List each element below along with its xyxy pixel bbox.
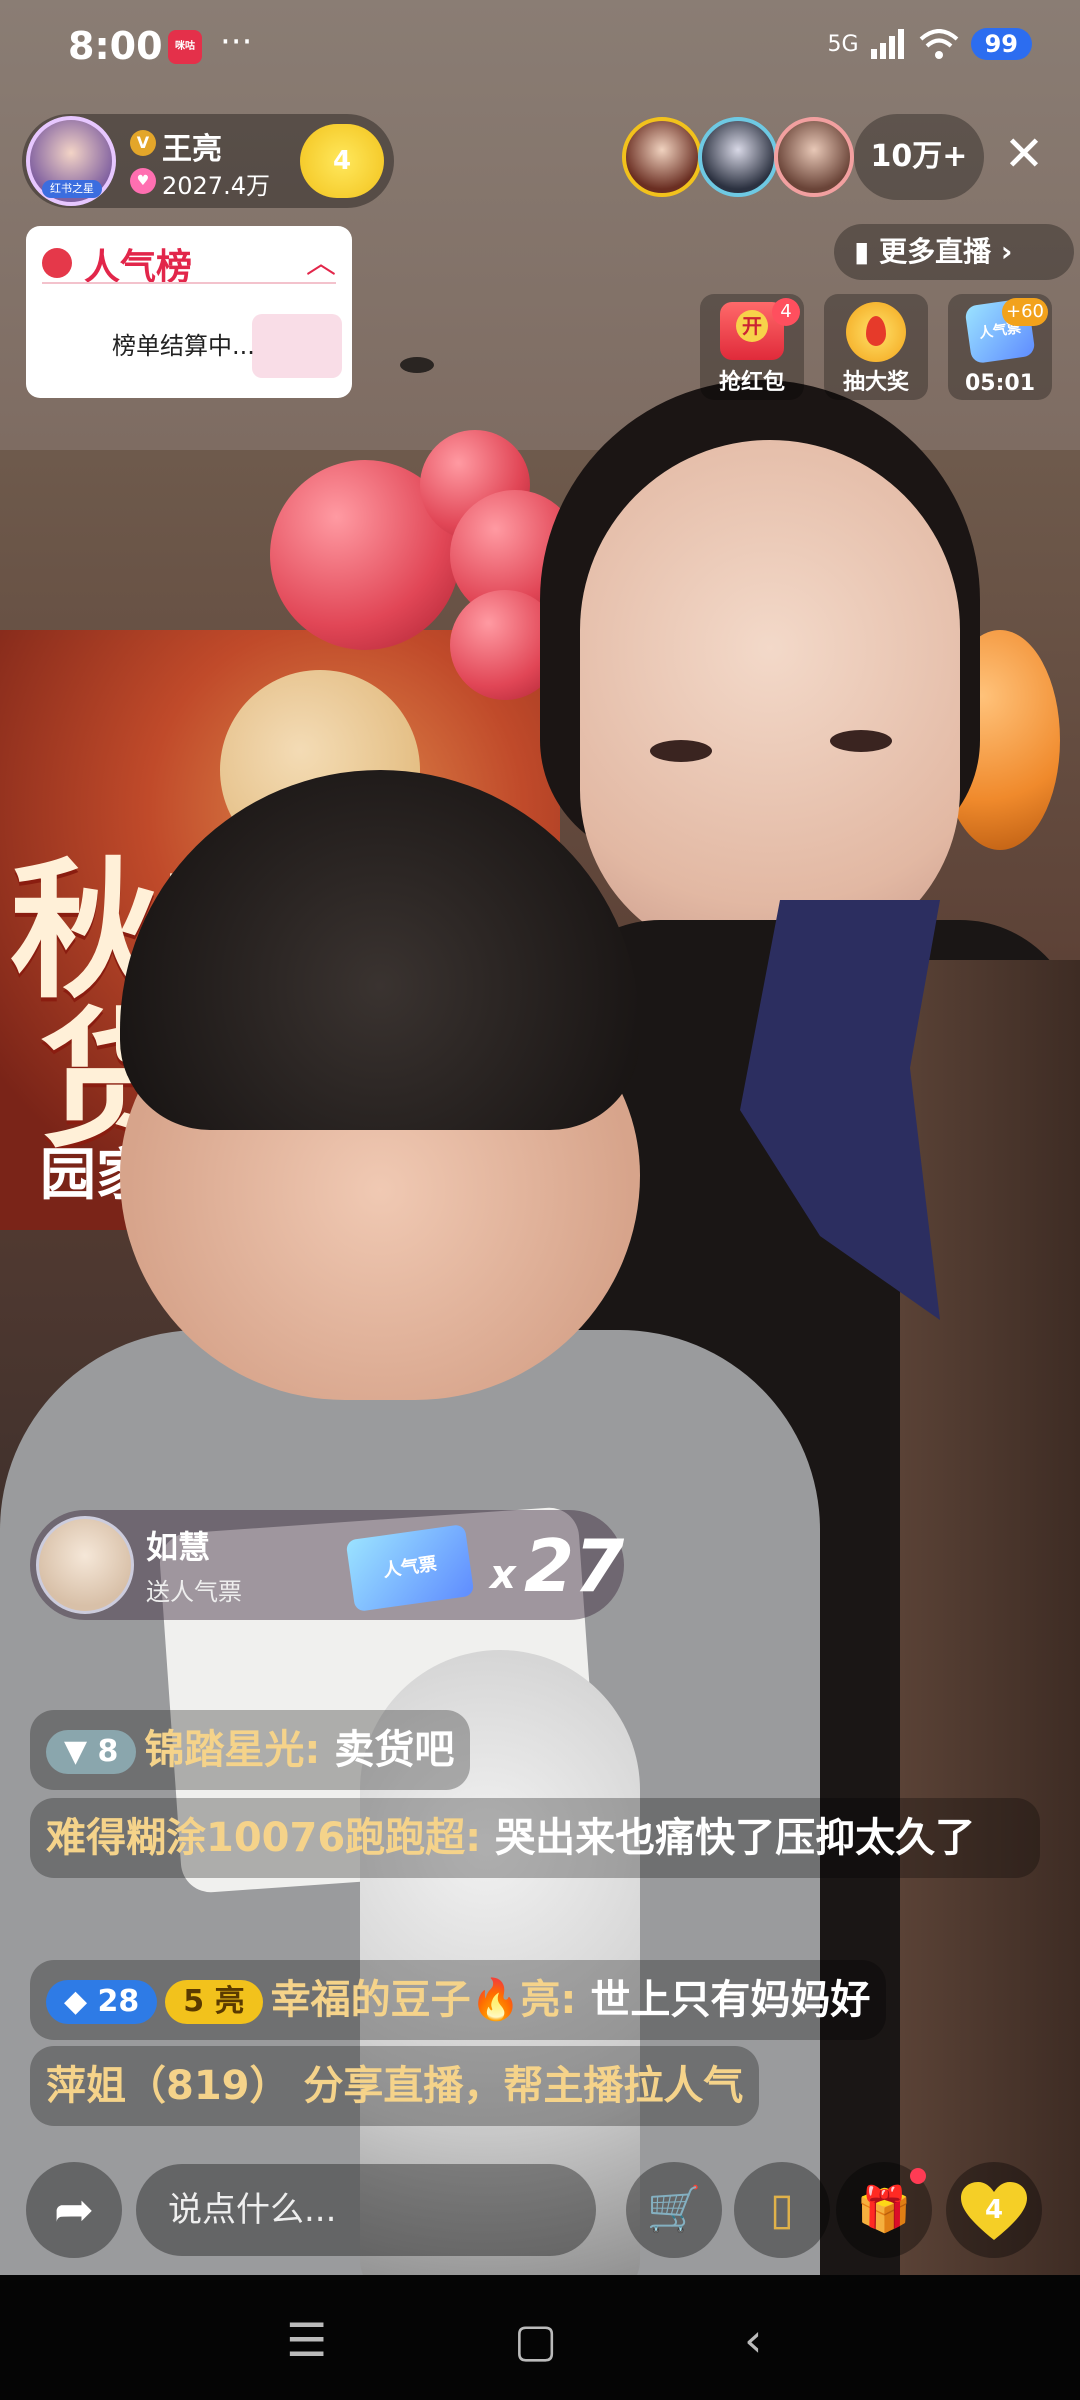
rank-divider	[42, 282, 336, 284]
host-card[interactable]: 红书之星 V 王亮 ♥ 2027.4万 4	[22, 114, 394, 208]
lottery-icon	[846, 302, 906, 362]
lottery-drop-icon	[866, 316, 886, 346]
viewer-count-button[interactable]: 10万+	[854, 114, 984, 200]
user-level-badge: ◆ 28	[46, 1980, 158, 2024]
red-packet-open-label: 开	[736, 310, 768, 342]
ceiling-light	[400, 357, 434, 373]
cart-icon[interactable]: 🛒	[626, 2162, 722, 2258]
gift-ticket-label: 人气票	[381, 1553, 439, 1582]
share-icon[interactable]: ➦	[26, 2162, 122, 2258]
signal-icon	[870, 29, 904, 59]
follow-count: 4	[332, 146, 352, 176]
popularity-rank-panel[interactable]: 人气榜 ︿ 榜单结算中...	[26, 226, 352, 398]
share-notice: 萍姐（819） 分享直播，帮主播拉人气	[30, 2046, 760, 2126]
comment-user[interactable]: 难得糊涂10076跑跑超:	[46, 1815, 481, 1861]
gift-notification: 如慧 送人气票 人气票 x 27	[30, 1510, 624, 1620]
battery-indicator: 99	[970, 28, 1032, 60]
app-notification-icon: 咪咕	[168, 30, 202, 64]
back-icon[interactable]: ‹	[744, 2313, 762, 2367]
fan-club-badge: 5 亮	[165, 1980, 263, 2024]
gift-quantity: 27	[524, 1524, 625, 1608]
more-live-button[interactable]: ▮ 更多直播 ›	[834, 224, 1074, 280]
viewer-avatar[interactable]	[774, 117, 854, 197]
host-popularity: 2027.4万	[162, 172, 270, 200]
coupon-icon[interactable]: ▯	[734, 2162, 830, 2258]
menu-icon[interactable]: ☰	[286, 2313, 327, 2367]
gift-multiplier: x	[490, 1552, 516, 1598]
host-name: 王亮	[162, 132, 222, 167]
wifi-icon	[919, 29, 958, 59]
viewer-avatar[interactable]	[698, 117, 778, 197]
user-level-badge: ▼ 8	[46, 1730, 137, 1774]
like-count: 4	[984, 2195, 1004, 2225]
share-text: 分享直播，帮主播拉人气	[303, 2063, 744, 2109]
red-packet-label: 抢红包	[718, 370, 785, 395]
popularity-heart-icon: ♥	[130, 168, 156, 194]
more-notifications-icon: ···	[220, 22, 253, 62]
comment-text: 哭出来也痛快了压抑太久了	[495, 1815, 976, 1861]
lottery-button[interactable]: 抽大奖	[824, 294, 928, 400]
system-navigation-bar: ☰ ▢ ‹	[0, 2275, 1080, 2400]
host-avatar-tag: 红书之星	[42, 180, 102, 198]
viewer-avatars[interactable]	[622, 114, 854, 200]
like-button[interactable]: 4	[946, 2162, 1042, 2258]
fan-level: 5	[183, 1984, 205, 2019]
red-packet-button[interactable]: 开 4 抢红包	[700, 294, 804, 400]
gift-sender-avatar[interactable]	[36, 1516, 134, 1614]
viewer-avatar[interactable]	[622, 117, 702, 197]
chevron-up-icon[interactable]: ︿	[306, 238, 336, 282]
ticket-bonus-badge: +60	[1002, 298, 1048, 326]
status-bar: 8:00 咪咕 ··· 5G 99	[0, 0, 1080, 96]
close-icon[interactable]: ✕	[1000, 130, 1048, 178]
gift-action: 送人气票	[146, 1578, 242, 1606]
notification-dot	[910, 2168, 926, 2184]
home-icon[interactable]: ▢	[514, 2313, 557, 2367]
comment-item[interactable]: ◆ 28 5 亮幸福的豆子🔥亮: 世上只有妈妈好	[30, 1960, 887, 2040]
verified-badge-icon: V	[130, 130, 156, 156]
comment-item[interactable]: ▼ 8 锦踏星光: 卖货吧	[30, 1710, 471, 1790]
user-level: 28	[97, 1984, 140, 2019]
user-level: 8	[97, 1734, 119, 1769]
ticket-timer: 05:01	[964, 371, 1036, 396]
comment-user[interactable]: 幸福的豆子🔥亮:	[271, 1977, 577, 2023]
fan-club-name: 亮	[214, 1984, 245, 2019]
rank-status: 榜单结算中...	[112, 332, 255, 360]
popularity-ticket-icon: 人气票	[345, 1524, 475, 1612]
lottery-label: 抽大奖	[842, 370, 909, 395]
bars-icon: ▮	[854, 235, 880, 268]
red-packet-badge: 4	[772, 298, 800, 326]
popularity-ticket-timer[interactable]: 人气票 +60 05:01	[948, 294, 1052, 400]
chevron-right-icon: ›	[991, 235, 1013, 268]
rank-watermark	[252, 314, 342, 378]
more-live-label: 更多直播	[879, 235, 992, 268]
status-time: 8:00	[68, 24, 163, 68]
gift-icon[interactable]: 🎁	[836, 2162, 932, 2258]
follow-button[interactable]: 4	[300, 124, 384, 198]
rank-icon	[42, 248, 72, 278]
network-label: 5G	[827, 31, 859, 57]
comment-text: 世上只有妈妈好	[590, 1977, 871, 2023]
comment-user[interactable]: 锦踏星光:	[144, 1727, 320, 1773]
gift-sender-name: 如慧	[146, 1528, 211, 1566]
comment-item[interactable]: 难得糊涂10076跑跑超: 哭出来也痛快了压抑太久了	[30, 1798, 1040, 1878]
comment-text: 卖货吧	[334, 1727, 455, 1773]
comment-input[interactable]: 说点什么...	[136, 2164, 596, 2256]
share-user[interactable]: 萍姐（819）	[46, 2063, 290, 2109]
